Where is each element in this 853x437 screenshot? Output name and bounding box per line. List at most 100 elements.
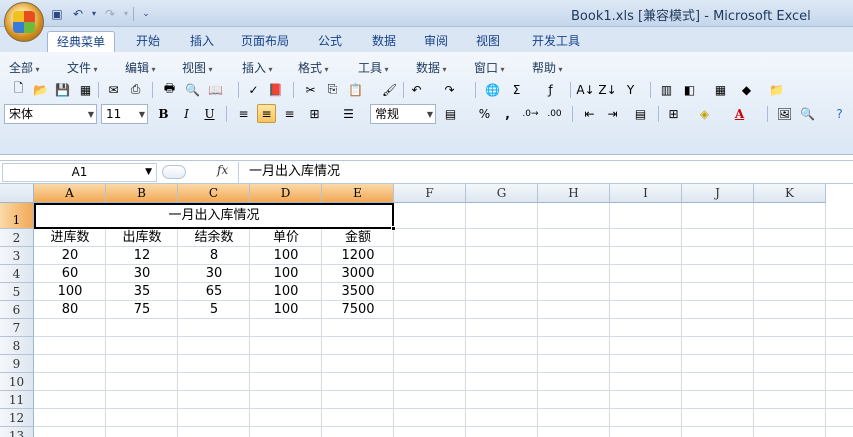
- copy-icon[interactable]: ⎘: [323, 80, 342, 99]
- cancel-enter-icon[interactable]: [162, 165, 186, 179]
- data-cell[interactable]: 30: [178, 265, 250, 283]
- underline-button[interactable]: U: [200, 104, 219, 123]
- new-doc-icon[interactable]: 🗋: [9, 80, 28, 99]
- undo-icon[interactable]: ↶: [69, 5, 87, 23]
- row-header[interactable]: 11: [0, 391, 34, 409]
- data-cell[interactable]: 100: [250, 265, 322, 283]
- increase-decimal-icon[interactable]: .0→: [521, 104, 540, 123]
- select-all-button[interactable]: [0, 184, 34, 203]
- percent-button[interactable]: %: [475, 104, 494, 123]
- row-header[interactable]: 4: [0, 265, 34, 283]
- research-icon[interactable]: 📖: [206, 80, 225, 99]
- data-cell[interactable]: 5: [178, 301, 250, 319]
- column-header[interactable]: F: [394, 184, 466, 203]
- fill-handle[interactable]: [391, 226, 396, 231]
- data-cell[interactable]: 8: [178, 247, 250, 265]
- column-header[interactable]: A: [34, 184, 106, 203]
- drawing-icon[interactable]: ◧: [680, 80, 699, 99]
- office-button[interactable]: [4, 2, 44, 42]
- save-icon[interactable]: 💾: [53, 80, 72, 99]
- save-icon[interactable]: ▣: [48, 5, 66, 23]
- row-header[interactable]: 12: [0, 409, 34, 427]
- spelling-icon[interactable]: ✓: [244, 80, 263, 99]
- header-cell[interactable]: 出库数: [106, 229, 178, 247]
- worksheet-grid[interactable]: A B C D E F G H I J K 1 2 3 4 5 6 7 8 9 10 11 12 13 进库数 出库数 结余数 单价金…: [0, 184, 853, 437]
- redo-dropdown-icon[interactable]: ▾: [122, 5, 130, 23]
- tab-4[interactable]: 公式: [306, 31, 354, 52]
- tab-0[interactable]: 经典菜单: [47, 31, 115, 52]
- menu-item-6[interactable]: 工具: [358, 59, 389, 76]
- menu-item-7[interactable]: 数据: [416, 59, 447, 76]
- chevron-down-icon[interactable]: ▼: [88, 106, 94, 124]
- insert-function-button[interactable]: fx: [217, 163, 228, 177]
- redo-icon[interactable]: ↷: [440, 80, 459, 99]
- data-cell[interactable]: 60: [34, 265, 106, 283]
- menu-item-1[interactable]: 文件: [67, 59, 98, 76]
- font-color-icon[interactable]: A: [730, 104, 749, 123]
- accounting-format-icon[interactable]: ▤: [441, 104, 460, 123]
- increase-indent-icon[interactable]: ⇥: [603, 104, 622, 123]
- align-center-icon[interactable]: ≡: [257, 104, 276, 123]
- comma-button[interactable]: ,: [498, 104, 517, 123]
- folder-icon[interactable]: 📁: [767, 80, 786, 99]
- decrease-decimal-icon[interactable]: .00: [545, 104, 564, 123]
- data-cell[interactable]: 100: [250, 247, 322, 265]
- data-cell[interactable]: 30: [106, 265, 178, 283]
- column-header[interactable]: D: [250, 184, 322, 203]
- merged-title-cell[interactable]: 一月出入库情况: [34, 203, 394, 229]
- row-header[interactable]: 13: [0, 427, 34, 437]
- undo-dropdown-icon[interactable]: ▾: [90, 5, 98, 23]
- sort-desc-icon[interactable]: Z↓: [598, 80, 617, 99]
- fill-color-icon[interactable]: ◈: [695, 104, 714, 123]
- header-cell[interactable]: 结余数: [178, 229, 250, 247]
- data-cell[interactable]: 100: [250, 283, 322, 301]
- decrease-indent-icon[interactable]: ⇤: [580, 104, 599, 123]
- font-size-combo[interactable]: 11 ▼: [101, 104, 148, 124]
- column-header[interactable]: I: [610, 184, 682, 203]
- paste-icon[interactable]: 📋: [346, 80, 365, 99]
- data-cell[interactable]: 3000: [322, 265, 394, 283]
- name-box[interactable]: A1 ▼: [2, 163, 157, 182]
- number-format-combo[interactable]: 常规 ▼: [370, 104, 436, 124]
- align-left-icon[interactable]: ≡: [234, 104, 253, 123]
- tab-8[interactable]: 开发工具: [520, 31, 592, 52]
- italic-button[interactable]: I: [177, 104, 196, 123]
- chart-icon[interactable]: ▥: [657, 80, 676, 99]
- header-cell[interactable]: 进库数: [34, 229, 106, 247]
- row-header[interactable]: 9: [0, 355, 34, 373]
- permission-icon[interactable]: ▦: [76, 80, 95, 99]
- print-icon[interactable]: 🖶: [160, 80, 179, 99]
- header-cell[interactable]: 单价: [250, 229, 322, 247]
- style-icon[interactable]: ◆: [737, 80, 756, 99]
- function-icon[interactable]: ƒ: [541, 80, 560, 99]
- menu-item-5[interactable]: 格式: [298, 59, 329, 76]
- column-header[interactable]: G: [466, 184, 538, 203]
- data-cell[interactable]: 1200: [322, 247, 394, 265]
- data-cell[interactable]: 100: [34, 283, 106, 301]
- formula-input[interactable]: 一月出入库情况: [238, 162, 851, 183]
- preview-icon[interactable]: 🔍: [183, 80, 202, 99]
- data-cell[interactable]: 20: [34, 247, 106, 265]
- sort-asc-icon[interactable]: A↓: [576, 80, 595, 99]
- autosum-icon[interactable]: Σ: [507, 80, 526, 99]
- data-cell[interactable]: 80: [34, 301, 106, 319]
- row-header[interactable]: 6: [0, 301, 34, 319]
- data-cell[interactable]: 65: [178, 283, 250, 301]
- wrap-text-icon[interactable]: ☰: [339, 104, 358, 123]
- menu-item-2[interactable]: 编辑: [125, 59, 156, 76]
- zoom-icon[interactable]: 🔍: [798, 104, 817, 123]
- row-header[interactable]: 3: [0, 247, 34, 265]
- menu-item-0[interactable]: 全部: [9, 59, 40, 76]
- data-cell[interactable]: 12: [106, 247, 178, 265]
- data-cell[interactable]: 7500: [322, 301, 394, 319]
- tab-3[interactable]: 页面布局: [230, 31, 300, 52]
- borders-icon[interactable]: ⊞: [664, 104, 683, 123]
- tab-5[interactable]: 数据: [360, 31, 408, 52]
- column-header[interactable]: K: [754, 184, 826, 203]
- help-icon[interactable]: ?: [830, 104, 849, 123]
- undo-icon[interactable]: ↶: [407, 80, 426, 99]
- picture-icon[interactable]: 🖼: [775, 104, 794, 123]
- column-header[interactable]: C: [178, 184, 250, 203]
- hyperlink-icon[interactable]: 🌐: [483, 80, 502, 99]
- research-book-icon[interactable]: 📕: [266, 80, 285, 99]
